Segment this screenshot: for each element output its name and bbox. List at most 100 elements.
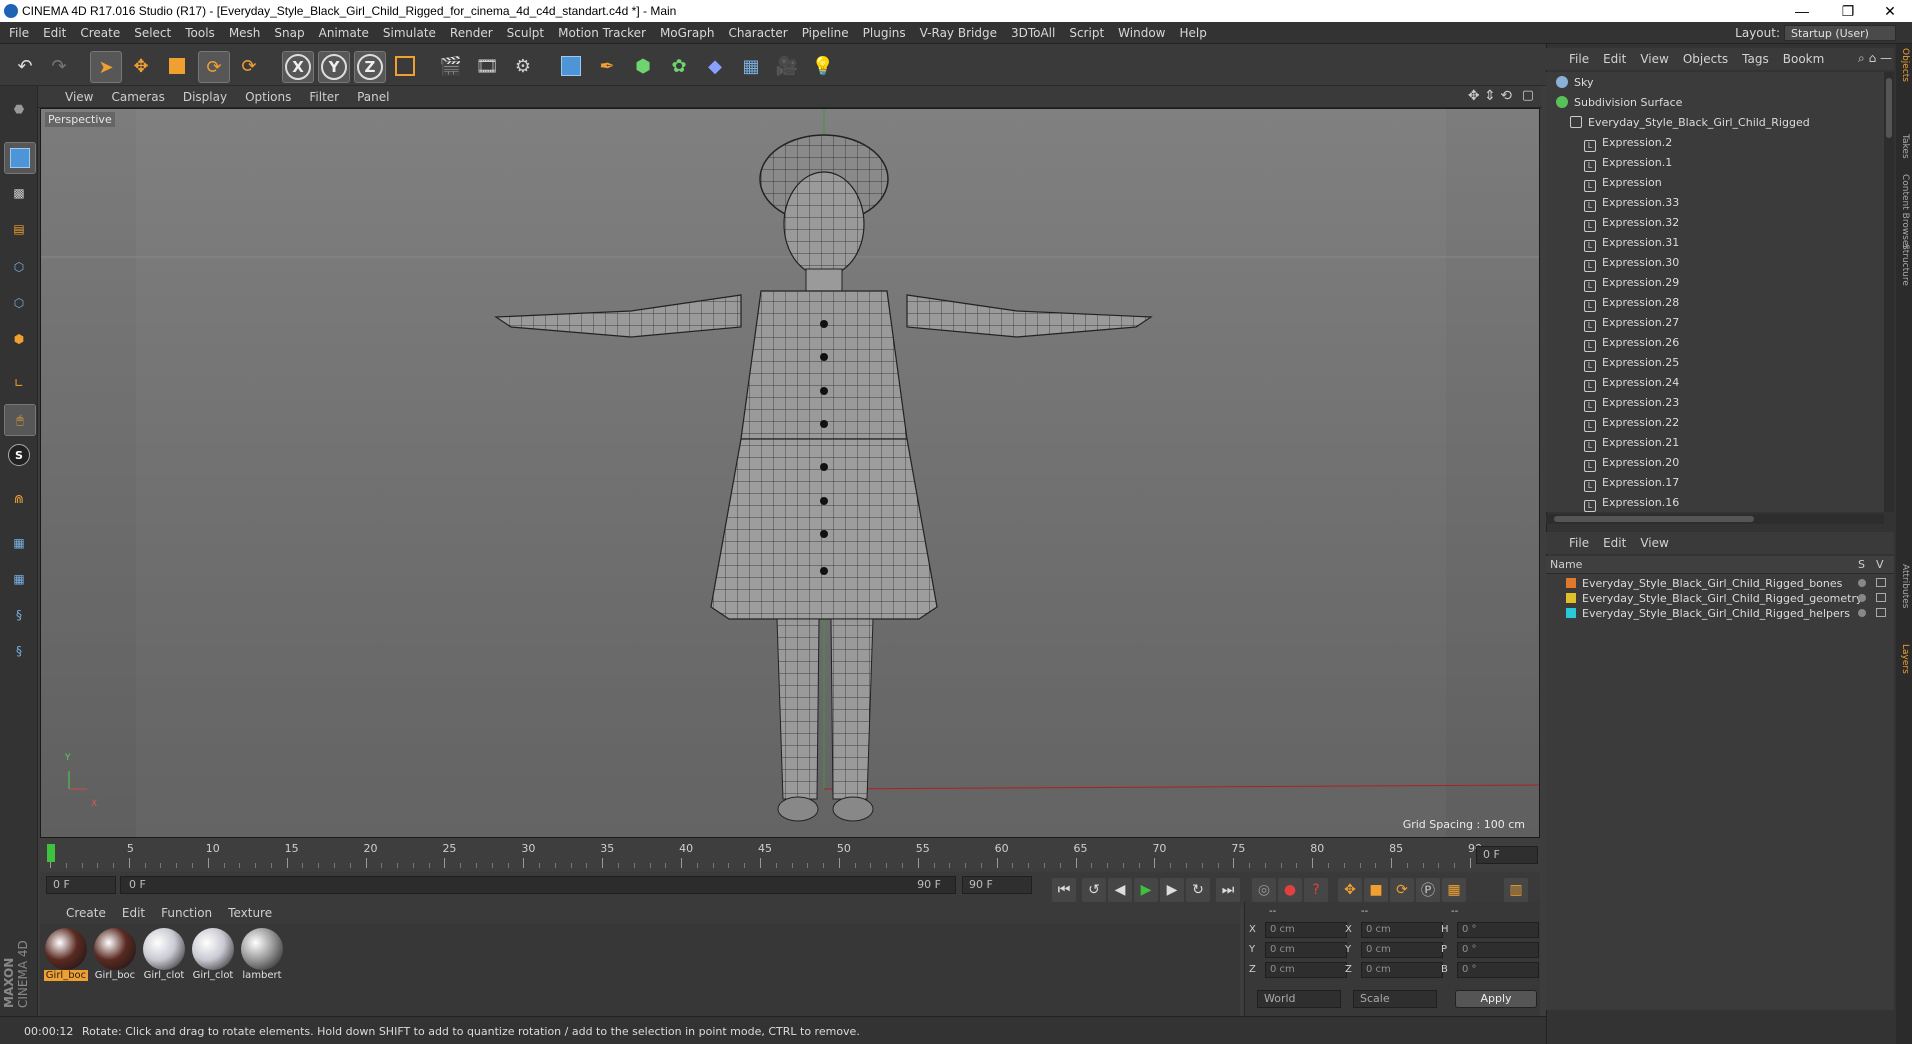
object-row[interactable]: L Expression.2 [1584,133,1672,152]
material-item[interactable]: Girl_clot [142,928,186,981]
coord-value-field[interactable]: 0 cm [1361,942,1443,958]
layer-row[interactable]: Everyday_Style_Black_Girl_Child_Rigged_h… [1566,606,1850,621]
coord-value-field[interactable]: 0 cm [1265,962,1347,978]
snapping-button[interactable]: ⋒ [4,484,34,514]
live-selection-button[interactable]: ➤ [90,51,122,83]
scale-tool-button[interactable] [162,51,192,81]
material-menu-create[interactable]: Create [58,902,114,924]
add-cube-button[interactable] [556,51,586,81]
enable-axis-button[interactable]: ∟ [4,368,34,398]
layer-visible-toggle[interactable] [1876,608,1886,617]
viewport-menu-display[interactable]: Display [174,86,236,108]
object-row[interactable]: L Expression.25 [1584,353,1679,372]
menu-create[interactable]: Create [73,22,127,44]
previous-key-button[interactable]: ↺ [1082,878,1106,902]
object-row[interactable]: L Expression.28 [1584,293,1679,312]
add-deformer-button[interactable]: ◆ [700,51,730,81]
model-mode-button[interactable] [4,142,36,174]
object-manager-tree[interactable]: Sky Subdivision Surface Everyday_Style_Bla… [1546,72,1884,512]
menu-pipeline[interactable]: Pipeline [795,22,856,44]
add-spline-button[interactable]: ✒ [592,51,622,81]
menu-script[interactable]: Script [1062,22,1111,44]
object-row[interactable]: L Expression.30 [1584,253,1679,272]
layer-menu-view[interactable]: View [1633,532,1675,554]
side-tab-content-browser[interactable]: Content Browser [1898,174,1910,249]
minimize-button[interactable]: — [1782,2,1822,20]
record-button[interactable]: ● [1278,878,1302,902]
playhead[interactable] [47,844,55,862]
redo-button[interactable]: ↷ [44,51,74,81]
object-menu-tags[interactable]: Tags [1735,48,1776,70]
viewport-menu-options[interactable]: Options [236,86,300,108]
menu-render[interactable]: Render [443,22,500,44]
make-editable-button[interactable]: ⬣ [4,94,34,124]
polygons-mode-button[interactable]: ⬢ [4,324,34,354]
layout-select[interactable]: Startup (User) [1784,25,1896,41]
object-row[interactable]: Everyday_Style_Black_Girl_Child_Rigged [1570,113,1810,132]
edges-mode-button[interactable]: ⬡ [4,288,34,318]
menu-character[interactable]: Character [721,22,794,44]
menu-edit[interactable]: Edit [36,22,73,44]
object-row[interactable]: L Expression.21 [1584,433,1679,452]
object-menu-file[interactable]: File [1562,48,1596,70]
play-button[interactable]: ▶ [1134,878,1158,902]
material-menu-texture[interactable]: Texture [220,902,280,924]
add-camera-button[interactable]: 🎥 [772,51,802,81]
object-menu-view[interactable]: View [1633,48,1675,70]
side-tab-attributes[interactable]: Attributes [1898,564,1910,608]
object-manager-nav-icons[interactable]: ⌕ ⌂ — [1858,51,1892,66]
layer-menu-edit[interactable]: Edit [1596,532,1633,554]
layer-visible-toggle[interactable] [1876,593,1886,602]
previous-frame-button[interactable]: ◀ [1108,878,1132,902]
menu-window[interactable]: Window [1111,22,1172,44]
object-row[interactable]: L Expression.32 [1584,213,1679,232]
object-row[interactable]: L Expression.24 [1584,373,1679,392]
perspective-viewport[interactable]: Perspective Y X Grid Spacing: 100 cm [40,108,1540,838]
coord-value-field[interactable]: 0 ° [1457,962,1539,978]
object-row[interactable]: L Expression.17 [1584,473,1679,492]
render-view-button[interactable]: 🎬 [436,51,466,81]
coord-value-field[interactable]: 0 ° [1457,922,1539,938]
coord-value-field[interactable]: 0 cm [1265,942,1347,958]
points-mode-button[interactable]: ⬡ [4,252,34,282]
menu-select[interactable]: Select [127,22,178,44]
key-position-button[interactable]: ✥ [1338,878,1362,902]
maximize-viewport-icon[interactable]: ▢ [1522,88,1534,103]
tweak-mode-button[interactable]: 🖱 [4,404,36,436]
object-vertical-scrollbar[interactable] [1884,72,1894,512]
object-row[interactable]: L Expression.20 [1584,453,1679,472]
next-key-button[interactable]: ↻ [1186,878,1210,902]
start-frame-field[interactable]: 0 F [46,876,116,894]
end-frame-field[interactable]: 90 F [962,876,1032,894]
add-subdivision-button[interactable]: ⬢ [628,51,658,81]
menu-file[interactable]: File [2,22,36,44]
object-row[interactable]: L Expression.23 [1584,393,1679,412]
menu-simulate[interactable]: Simulate [376,22,443,44]
move-tool-button[interactable]: ✥ [126,51,156,81]
key-scale-button[interactable]: ■ [1364,878,1388,902]
material-menu-edit[interactable]: Edit [114,902,153,924]
viewport-menu-filter[interactable]: Filter [300,86,348,108]
apply-button[interactable]: Apply [1455,990,1537,1008]
object-row[interactable]: L Expression [1584,173,1662,192]
menu-plugins[interactable]: Plugins [856,22,913,44]
object-menu-edit[interactable]: Edit [1596,48,1633,70]
coordinate-mode-select[interactable]: World [1257,990,1341,1008]
coord-value-field[interactable]: 0 cm [1265,922,1347,938]
layer-row[interactable]: Everyday_Style_Black_Girl_Child_Rigged_g… [1566,591,1863,606]
viewport-menu-view[interactable]: View [56,86,102,108]
render-to-picture-viewer-button[interactable]: 🎞 [472,51,502,81]
add-floor-button[interactable]: ▦ [736,51,766,81]
side-tab-objects[interactable]: Objects [1898,48,1910,82]
solo-button[interactable]: S [4,440,34,470]
object-row[interactable]: L Expression.33 [1584,193,1679,212]
layer-menu-file[interactable]: File [1562,532,1596,554]
material-menu-function[interactable]: Function [153,902,220,924]
menu-3dtoall[interactable]: 3DToAll [1004,22,1062,44]
object-row[interactable]: L Expression.29 [1584,273,1679,292]
layer-manager-list[interactable]: Everyday_Style_Black_Girl_Child_Rigged_b… [1546,574,1894,1010]
locked-workplane-button[interactable]: ▦ [4,528,34,558]
coord-value-field[interactable]: 0 cm [1361,962,1443,978]
object-row[interactable]: L Expression.31 [1584,233,1679,252]
layer-row[interactable]: Everyday_Style_Black_Girl_Child_Rigged_b… [1566,576,1842,591]
